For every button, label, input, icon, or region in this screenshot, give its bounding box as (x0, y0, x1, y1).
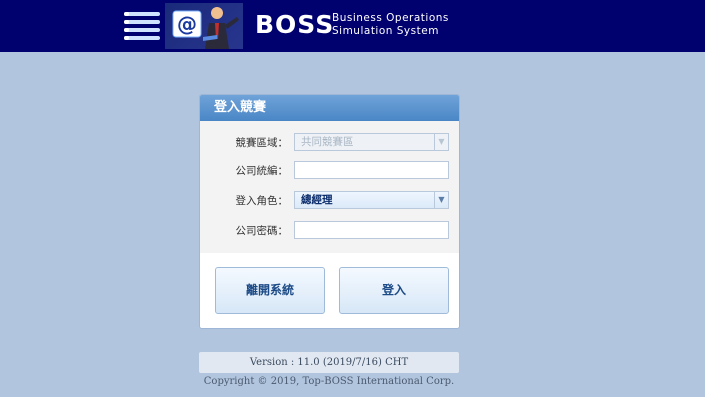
competition-area-select: 共同競賽區 ▼ (294, 133, 449, 151)
copyright-text: Copyright © 2019, Top-BOSS International… (203, 376, 455, 387)
password-label: 公司密碼： (235, 225, 289, 237)
role-label: 登入角色： (235, 195, 289, 207)
exit-button[interactable]: 離開系統 (215, 267, 325, 314)
email-presenter-icon: @ (165, 3, 243, 49)
brand-title: BOSS (255, 10, 335, 39)
chevron-down-icon[interactable]: ▼ (434, 192, 448, 208)
competition-area-label: 競賽區域： (235, 137, 289, 149)
password-input[interactable] (294, 221, 449, 239)
role-select[interactable]: 總經理 ▼ (294, 191, 449, 209)
role-value: 總經理 (301, 194, 333, 206)
menu-icon[interactable] (124, 10, 160, 42)
svg-text:@: @ (177, 12, 197, 36)
company-id-input[interactable] (294, 161, 449, 179)
brand-subtitle-line1: Business Operations (332, 12, 449, 24)
company-id-label: 公司統編： (235, 165, 289, 177)
login-form: 競賽區域： 共同競賽區 ▼ 公司統編： 登入角色： 總經理 ▼ 公司密碼： (200, 121, 459, 253)
version-label: Version : 11.0 (2019/7/16) CHT (199, 352, 459, 373)
login-button[interactable]: 登入 (339, 267, 449, 314)
login-panel: 登入競賽 競賽區域： 共同競賽區 ▼ 公司統編： 登入角色： 總經理 ▼ 公司密… (199, 94, 460, 329)
panel-title: 登入競賽 (200, 95, 459, 121)
app-header: @ BOSS Business Operations Simulation Sy… (0, 0, 705, 52)
chevron-down-icon: ▼ (434, 134, 448, 150)
brand-subtitle-line2: Simulation System (332, 25, 439, 37)
competition-area-value: 共同競賽區 (301, 136, 354, 148)
brand-subtitle: Business Operations Simulation System (332, 12, 449, 38)
